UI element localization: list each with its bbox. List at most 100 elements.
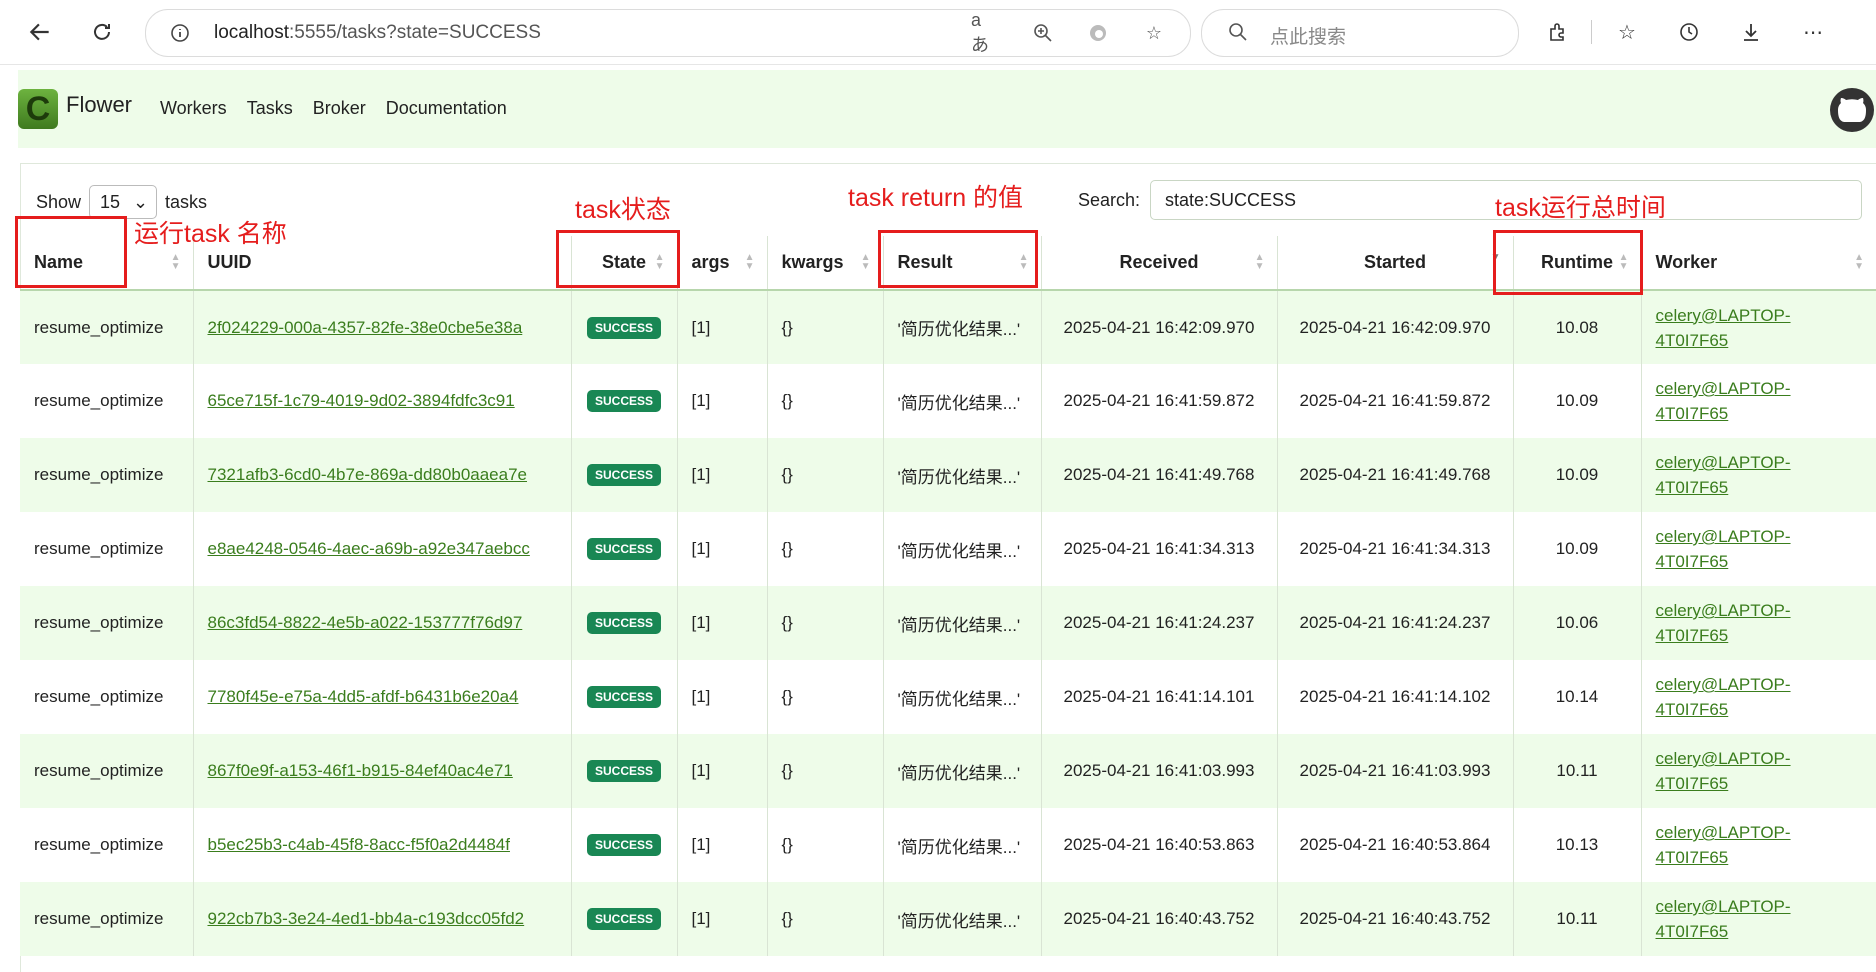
info-icon[interactable] xyxy=(168,21,192,45)
cell-name: resume_optimize xyxy=(34,539,164,558)
cell-started: 2025-04-21 16:41:49.768 xyxy=(1276,438,1513,512)
celery-logo-icon[interactable]: C xyxy=(18,89,58,129)
favorite-star-icon[interactable]: ☆ xyxy=(1142,21,1166,45)
nav-broker[interactable]: Broker xyxy=(313,98,366,119)
nav-documentation[interactable]: Documentation xyxy=(386,98,507,119)
col-worker[interactable]: Worker ▲ ▼ xyxy=(1640,236,1876,290)
browser-search-box[interactable]: 点此搜索 xyxy=(1201,9,1519,57)
cell-received: 2025-04-21 16:40:43.752 xyxy=(1040,882,1277,956)
flower-navbar: C Flower Workers Tasks Broker Documentat… xyxy=(18,70,1876,148)
status-badge: SUCCESS xyxy=(586,390,661,412)
task-uuid-link[interactable]: 922cb7b3-3e24-4ed1-bb4a-c193dcc05fd2 xyxy=(208,909,525,928)
browser-toolbar: localhost:5555/tasks?state=SUCCESS aあ ☆ … xyxy=(0,0,1876,65)
tasks-table: Name ▲ ▼ UUID State ▲ ▼ args ▲ ▼ kwargs ▲ ▼ Resu… xyxy=(20,236,1876,956)
col-started[interactable]: Started ▼ xyxy=(1276,236,1513,290)
cell-kwargs: {} xyxy=(766,512,883,586)
worker-link[interactable]: celery@LAPTOP-4T0I7F65 xyxy=(1656,306,1791,350)
cell-name: resume_optimize xyxy=(34,687,164,706)
worker-link[interactable]: celery@LAPTOP-4T0I7F65 xyxy=(1656,601,1791,645)
back-icon[interactable] xyxy=(22,14,58,50)
task-uuid-link[interactable]: 86c3fd54-8822-4e5b-a022-153777f76d97 xyxy=(208,613,523,632)
nav-tasks[interactable]: Tasks xyxy=(247,98,293,119)
read-aloud-icon[interactable]: aあ xyxy=(971,10,995,55)
cell-worker: celery@LAPTOP-4T0I7F65 xyxy=(1640,586,1876,660)
worker-link[interactable]: celery@LAPTOP-4T0I7F65 xyxy=(1656,823,1791,867)
task-uuid-link[interactable]: 65ce715f-1c79-4019-9d02-3894fdfc3c91 xyxy=(208,391,515,410)
cell-args: [1] xyxy=(676,882,767,956)
reload-icon[interactable] xyxy=(84,14,120,50)
edge-icon[interactable] xyxy=(1086,21,1110,45)
brand-name[interactable]: Flower xyxy=(66,92,132,118)
search-placeholder: 点此搜索 xyxy=(1270,27,1347,48)
table-row: resume_optimize 867f0e9f-a153-46f1-b915-… xyxy=(20,734,1876,808)
table-row: resume_optimize 922cb7b3-3e24-4ed1-bb4a-… xyxy=(20,882,1876,956)
task-uuid-link[interactable]: 7321afb3-6cd0-4b7e-869a-dd80b0aaea7e xyxy=(208,465,528,484)
cell-name: resume_optimize xyxy=(34,909,164,928)
favorites-icon[interactable]: ☆ xyxy=(1611,16,1643,48)
worker-link[interactable]: celery@LAPTOP-4T0I7F65 xyxy=(1656,675,1791,719)
cell-state: SUCCESS xyxy=(570,586,677,660)
table-row: resume_optimize 2f024229-000a-4357-82fe-… xyxy=(20,290,1876,364)
worker-link[interactable]: celery@LAPTOP-4T0I7F65 xyxy=(1656,379,1791,423)
chevron-down-icon: ⌄ xyxy=(132,191,149,212)
col-kwargs[interactable]: kwargs ▲ ▼ xyxy=(766,236,883,290)
sort-icon: ▲ ▼ xyxy=(170,252,181,272)
nav-workers[interactable]: Workers xyxy=(160,98,227,119)
cell-args: [1] xyxy=(676,438,767,512)
worker-link[interactable]: celery@LAPTOP-4T0I7F65 xyxy=(1656,453,1791,497)
cell-worker: celery@LAPTOP-4T0I7F65 xyxy=(1640,290,1876,364)
cell-started: 2025-04-21 16:41:59.872 xyxy=(1276,364,1513,438)
cell-received: 2025-04-21 16:41:03.993 xyxy=(1040,734,1277,808)
extensions-icon[interactable] xyxy=(1542,16,1574,48)
cell-worker: celery@LAPTOP-4T0I7F65 xyxy=(1640,438,1876,512)
task-uuid-link[interactable]: 7780f45e-e75a-4dd5-afdf-b6431b6e20a4 xyxy=(208,687,519,706)
cell-state: SUCCESS xyxy=(570,364,677,438)
cell-state: SUCCESS xyxy=(570,882,677,956)
cell-uuid: 867f0e9f-a153-46f1-b915-84ef40ac4e71 xyxy=(192,734,571,808)
col-args[interactable]: args ▲ ▼ xyxy=(676,236,767,290)
cell-result: '简历优化结果...' xyxy=(882,438,1041,512)
sort-icon: ▲ ▼ xyxy=(744,252,755,272)
worker-link[interactable]: celery@LAPTOP-4T0I7F65 xyxy=(1656,749,1791,793)
show-label: Show xyxy=(36,191,82,212)
table-row: resume_optimize 86c3fd54-8822-4e5b-a022-… xyxy=(20,586,1876,660)
cell-kwargs: {} xyxy=(766,734,883,808)
cell-started: 2025-04-21 16:41:14.102 xyxy=(1276,660,1513,734)
table-row: resume_optimize 7321afb3-6cd0-4b7e-869a-… xyxy=(20,438,1876,512)
task-uuid-link[interactable]: e8ae4248-0546-4aec-a69b-a92e347aebcc xyxy=(208,539,530,558)
toolbar-divider xyxy=(1591,20,1592,44)
cell-state: SUCCESS xyxy=(570,512,677,586)
worker-link[interactable]: celery@LAPTOP-4T0I7F65 xyxy=(1656,527,1791,571)
cell-worker: celery@LAPTOP-4T0I7F65 xyxy=(1640,882,1876,956)
cell-runtime: 10.09 xyxy=(1512,438,1641,512)
address-bar[interactable]: localhost:5555/tasks?state=SUCCESS aあ ☆ xyxy=(145,9,1191,57)
cell-result: '简历优化结果...' xyxy=(882,364,1041,438)
cell-state: SUCCESS xyxy=(570,660,677,734)
annotation-box-state xyxy=(556,230,680,288)
status-badge: SUCCESS xyxy=(586,316,661,339)
table-search-label: Search: xyxy=(1078,190,1141,210)
task-uuid-link[interactable]: b5ec25b3-c4ab-45f8-8acc-f5f0a2d4484f xyxy=(208,835,510,854)
cell-runtime: 10.13 xyxy=(1512,808,1641,882)
cell-runtime: 10.06 xyxy=(1512,586,1641,660)
more-menu-icon[interactable]: ⋯ xyxy=(1797,16,1829,48)
worker-link[interactable]: celery@LAPTOP-4T0I7F65 xyxy=(1656,897,1791,941)
task-uuid-link[interactable]: 867f0e9f-a153-46f1-b915-84ef40ac4e71 xyxy=(208,761,513,780)
cell-args: [1] xyxy=(676,290,767,364)
history-icon[interactable] xyxy=(1673,16,1705,48)
download-icon[interactable] xyxy=(1735,16,1767,48)
cell-kwargs: {} xyxy=(766,364,883,438)
sort-icon: ▲ ▼ xyxy=(1854,252,1864,272)
github-icon[interactable] xyxy=(1830,88,1874,132)
task-uuid-link[interactable]: 2f024229-000a-4357-82fe-38e0cbe5e38a xyxy=(208,318,523,337)
cell-started: 2025-04-21 16:40:43.752 xyxy=(1276,882,1513,956)
cell-kwargs: {} xyxy=(766,290,883,364)
zoom-icon[interactable] xyxy=(1031,21,1055,45)
cell-uuid: 2f024229-000a-4357-82fe-38e0cbe5e38a xyxy=(192,290,571,364)
cell-runtime: 10.11 xyxy=(1512,734,1641,808)
col-received[interactable]: Received ▲ ▼ xyxy=(1040,236,1277,290)
cell-uuid: 7780f45e-e75a-4dd5-afdf-b6431b6e20a4 xyxy=(192,660,571,734)
annotation-state: task状态 xyxy=(575,196,671,224)
cell-received: 2025-04-21 16:41:49.768 xyxy=(1040,438,1277,512)
table-row: resume_optimize e8ae4248-0546-4aec-a69b-… xyxy=(20,512,1876,586)
